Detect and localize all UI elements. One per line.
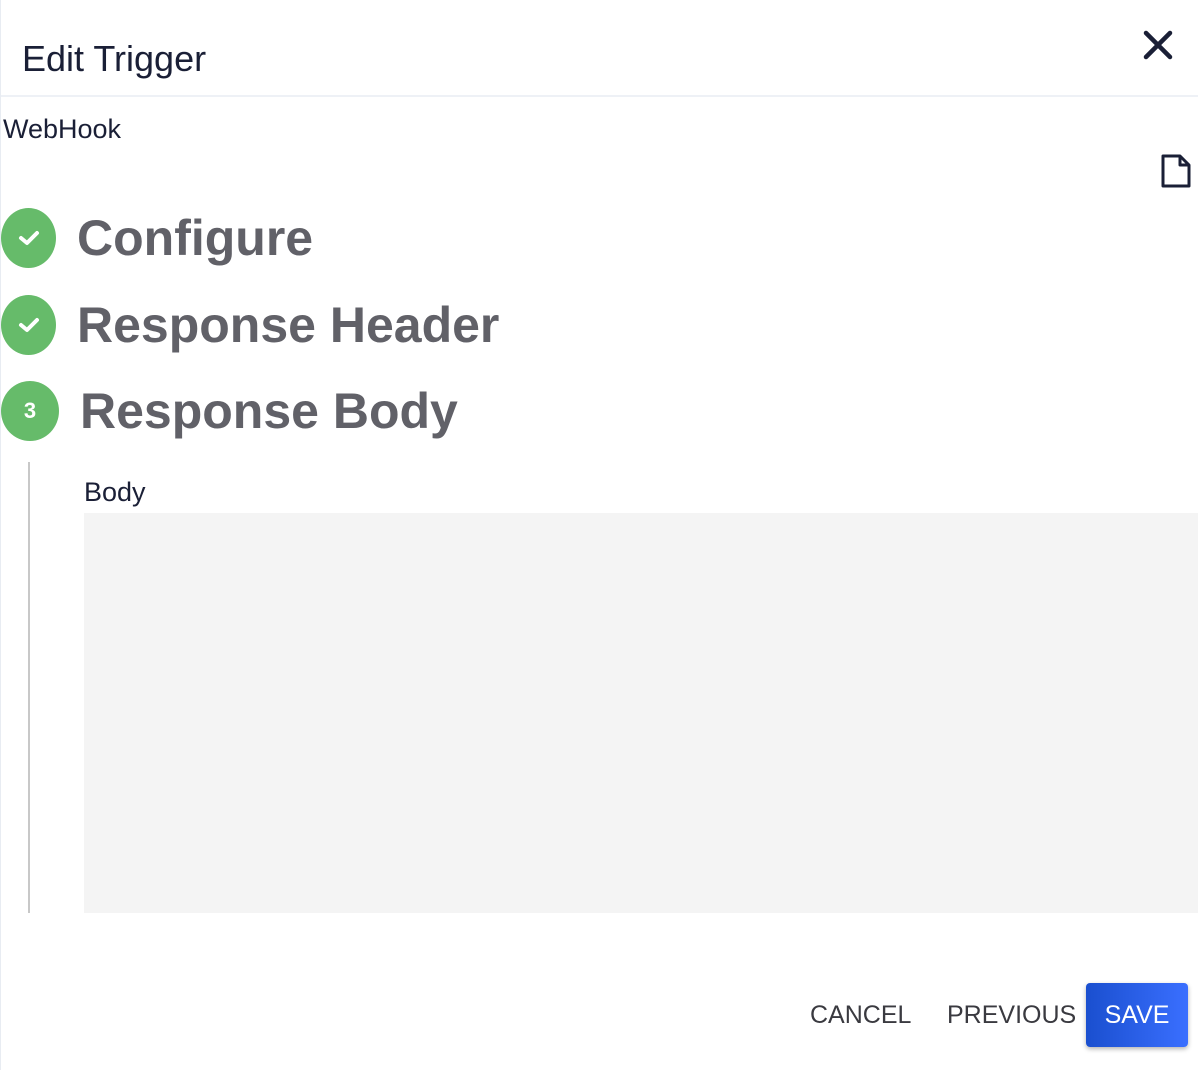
cancel-button[interactable]: CANCEL — [810, 983, 911, 1047]
trigger-type: WebHook — [3, 114, 122, 144]
body-editor[interactable] — [84, 513, 1198, 913]
check-icon — [1, 295, 56, 355]
step-label: Configure — [77, 210, 314, 266]
save-button[interactable]: SAVE — [1086, 983, 1188, 1047]
step-configure[interactable]: Configure — [1, 208, 313, 268]
dialog-title: Edit Trigger — [22, 38, 207, 79]
close-icon[interactable] — [1141, 28, 1175, 62]
step-response-header[interactable]: Response Header — [1, 295, 499, 355]
check-icon — [1, 208, 56, 268]
previous-button[interactable]: PREVIOUS — [947, 983, 1076, 1047]
body-label: Body — [84, 477, 146, 507]
step-label: Response Body — [80, 383, 458, 439]
step-response-body[interactable]: 3 Response Body — [1, 381, 458, 441]
dialog-header: Edit Trigger — [1, 0, 1198, 97]
document-icon[interactable] — [1159, 153, 1193, 189]
step-connector — [28, 462, 30, 913]
step-label: Response Header — [77, 297, 500, 353]
step-number: 3 — [1, 381, 59, 441]
